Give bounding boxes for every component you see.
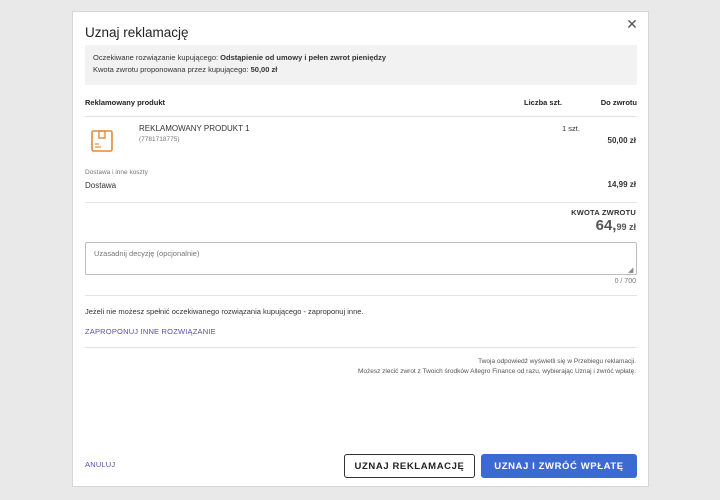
product-refund-amount: 50,00 zł — [607, 136, 636, 145]
expected-solution-label: Oczekiwane rozwiązanie kupującego: — [93, 53, 221, 62]
refund-total-minor: 99 zł — [616, 222, 636, 232]
header-refund: Do zwrotu — [600, 98, 637, 107]
character-counter: 0 / 700 — [614, 278, 636, 285]
divider — [85, 202, 637, 203]
delivery-amount: 14,99 zł — [607, 180, 636, 189]
divider — [85, 347, 637, 348]
product-name: REKLAMOWANY PRODUKT 1 — [139, 124, 250, 133]
buyer-expectation-box: Oczekiwane rozwiązanie kupującego: Odstą… — [85, 45, 637, 85]
cancel-link[interactable]: ANULUJ — [85, 460, 115, 469]
footer-note-2: Możesz zlecić zwrot z Twoich środków All… — [357, 368, 636, 375]
costs-section-label: Dostawa i inne koszty — [85, 169, 148, 176]
table-header: Reklamowany produkt Liczba szt. Do zwrot… — [85, 98, 637, 110]
proposed-refund-value: 50,00 zł — [250, 65, 278, 74]
accept-and-refund-button[interactable]: UZNAJ I ZWRÓĆ WPŁATĘ — [481, 454, 637, 478]
resize-grip-icon[interactable]: ◢ — [628, 266, 633, 274]
product-quantity: 1 szt. — [562, 124, 580, 133]
divider — [85, 116, 637, 117]
expected-solution-value: Odstąpienie od umowy i pełen zwrot pieni… — [220, 53, 387, 62]
refund-total-major: 64, — [595, 217, 617, 234]
header-quantity: Liczba szt. — [524, 98, 562, 107]
alternative-note: Jeżeli nie możesz spełnić oczekiwanego r… — [85, 307, 364, 316]
accept-complaint-dialog: ✕ Uznaj reklamację Oczekiwane rozwiązani… — [72, 11, 649, 487]
footer-note-1: Twoja odpowiedź wyświetli się w Przebieg… — [478, 358, 636, 365]
close-icon[interactable]: ✕ — [624, 16, 640, 32]
delivery-label: Dostawa — [85, 181, 117, 190]
expected-solution-line: Oczekiwane rozwiązanie kupującego: Odstą… — [93, 52, 629, 64]
propose-alternative-link[interactable]: ZAPROPONUJ INNE ROZWIĄZANIE — [85, 327, 216, 336]
package-icon — [90, 129, 114, 153]
justification-input[interactable] — [85, 242, 637, 275]
header-product: Reklamowany produkt — [85, 98, 166, 107]
proposed-refund-label: Kwota zwrotu proponowana przez kupująceg… — [93, 65, 251, 74]
dialog-title: Uznaj reklamację — [85, 25, 189, 40]
refund-total-amount: 64,99 zł — [596, 217, 636, 235]
divider — [85, 295, 637, 296]
proposed-refund-line: Kwota zwrotu proponowana przez kupująceg… — [93, 64, 629, 76]
accept-complaint-button[interactable]: UZNAJ REKLAMACJĘ — [344, 454, 475, 478]
product-id: (7781718775) — [139, 136, 180, 143]
refund-total-label: KWOTA ZWROTU — [571, 208, 636, 217]
